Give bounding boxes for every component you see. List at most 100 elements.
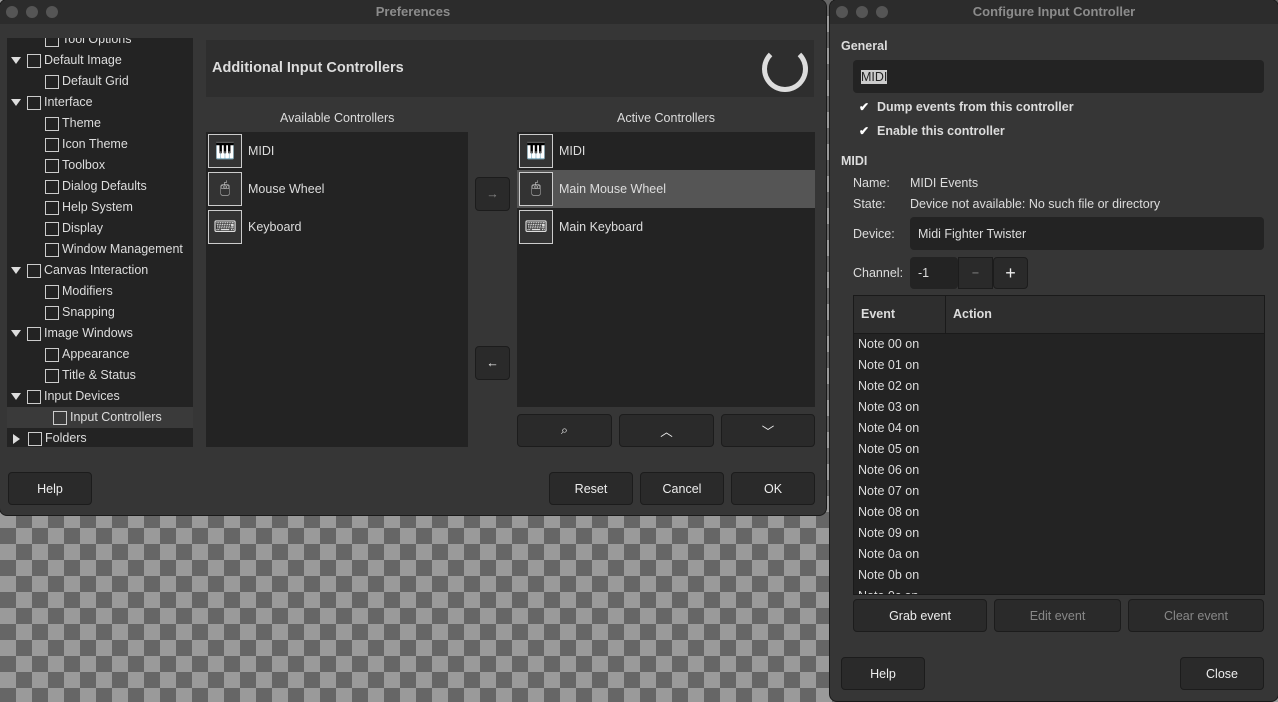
tree-item[interactable]: Snapping <box>45 302 115 323</box>
collapse-arrow-icon[interactable] <box>11 57 21 64</box>
available-controllers-label: Available Controllers <box>280 111 395 125</box>
event-row[interactable]: Note 04 on <box>854 418 1264 439</box>
tree-item[interactable]: Interface <box>7 92 93 113</box>
event-row[interactable]: Note 08 on <box>854 502 1264 523</box>
close-window-button[interactable] <box>836 6 848 18</box>
tree-item[interactable]: Title & Status <box>45 365 136 386</box>
event-row[interactable]: Note 05 on <box>854 439 1264 460</box>
tree-item[interactable]: Folders <box>7 428 87 447</box>
controller-item[interactable]: 🖱 Main Mouse Wheel <box>517 170 815 208</box>
collapse-arrow-icon[interactable] <box>11 330 21 337</box>
reset-button[interactable]: Reset <box>549 472 633 505</box>
zoom-button[interactable] <box>46 6 58 18</box>
controller-item[interactable]: 🎹 MIDI <box>517 132 815 170</box>
tree-item[interactable]: Tool Options <box>45 38 131 50</box>
tree-item[interactable]: Appearance <box>45 344 129 365</box>
enable-controller-checkbox[interactable]: ✔ Enable this controller <box>857 124 1005 138</box>
tree-item[interactable]: Image Windows <box>7 323 133 344</box>
controller-item[interactable]: ⌨ Keyboard <box>206 208 468 246</box>
tree-item[interactable]: Help System <box>45 197 133 218</box>
configure-controller-button[interactable]: ⌕ <box>517 414 612 447</box>
tree-item[interactable]: Input Controllers <box>7 407 193 428</box>
events-table[interactable]: Event Action Note 00 on Note 01 on Note 02… <box>853 295 1265 595</box>
tree-item[interactable]: Display <box>45 218 103 239</box>
state-value: Device not available: No such file or di… <box>910 197 1161 211</box>
minimize-button[interactable] <box>26 6 38 18</box>
add-controller-button[interactable]: → <box>475 177 510 211</box>
collapse-arrow-icon[interactable] <box>11 267 21 274</box>
controller-item[interactable]: ⌨ Main Keyboard <box>517 208 815 246</box>
expand-arrow-icon[interactable] <box>13 433 20 444</box>
cancel-button[interactable]: Cancel <box>640 472 724 505</box>
tree-item[interactable]: Modifiers <box>45 281 113 302</box>
close-button[interactable]: Close <box>1180 657 1264 690</box>
channel-increment-button[interactable]: + <box>993 257 1028 289</box>
controller-item[interactable]: 🎹 MIDI <box>206 132 468 170</box>
event-row[interactable]: Note 07 on <box>854 481 1264 502</box>
channel-input[interactable]: -1 <box>910 257 958 289</box>
close-window-button[interactable] <box>6 6 18 18</box>
dump-events-checkbox[interactable]: ✔ Dump events from this controller <box>857 100 1074 114</box>
tree-item-label: Folders <box>45 431 87 445</box>
event-row[interactable]: Note 06 on <box>854 460 1264 481</box>
tree-item[interactable]: Icon Theme <box>45 134 128 155</box>
channel-decrement-button[interactable]: − <box>958 257 993 289</box>
tree-item-label: Canvas Interaction <box>44 263 149 277</box>
event-row[interactable]: Note 0a on <box>854 544 1264 565</box>
state-label: State: <box>853 197 886 211</box>
check-icon: ✔ <box>858 124 870 138</box>
help-button[interactable]: Help <box>841 657 925 690</box>
event-row[interactable]: Note 03 on <box>854 397 1264 418</box>
clear-event-button[interactable]: Clear event <box>1128 599 1264 632</box>
move-up-button[interactable]: ︿ <box>619 414 714 447</box>
edit-event-button[interactable]: Edit event <box>994 599 1121 632</box>
zoom-button[interactable] <box>876 6 888 18</box>
device-input[interactable]: Midi Fighter Twister <box>910 217 1264 250</box>
tree-item[interactable]: Dialog Defaults <box>45 176 147 197</box>
preferences-tree[interactable]: Tool Options Default Image Default Grid Int… <box>7 38 193 447</box>
help-button[interactable]: Help <box>8 472 92 505</box>
move-down-button[interactable]: ﹀ <box>721 414 815 447</box>
tree-item[interactable]: Toolbox <box>45 155 105 176</box>
event-row[interactable]: Note 02 on <box>854 376 1264 397</box>
minimize-button[interactable] <box>856 6 868 18</box>
tree-item[interactable]: Default Image <box>7 50 122 71</box>
remove-controller-button[interactable]: ← <box>475 346 510 380</box>
controller-name-input[interactable]: MIDI <box>853 60 1264 93</box>
controller-label: MIDI <box>248 144 275 158</box>
collapse-arrow-icon[interactable] <box>11 99 21 106</box>
tree-item[interactable]: Canvas Interaction <box>7 260 148 281</box>
tree-item-label: Modifiers <box>62 284 113 298</box>
channel-label: Channel: <box>853 266 904 280</box>
tree-item-label: Title & Status <box>62 368 136 382</box>
page-title: Additional Input Controllers <box>212 60 404 76</box>
event-row[interactable]: Note 09 on <box>854 523 1264 544</box>
event-row[interactable]: Note 0b on <box>854 565 1264 586</box>
active-controllers-list[interactable]: 🎹 MIDI 🖱 Main Mouse Wheel ⌨ Main Keyboard <box>517 132 815 407</box>
controller-label: Keyboard <box>248 220 302 234</box>
tree-item-label: Help System <box>62 200 133 214</box>
enable-controller-label: Enable this controller <box>877 124 1005 138</box>
ok-button[interactable]: OK <box>731 472 815 505</box>
channel-value: -1 <box>918 266 930 280</box>
tree-item[interactable]: Window Management <box>45 239 183 260</box>
column-header-action[interactable]: Action <box>946 296 999 333</box>
event-row[interactable]: Note 01 on <box>854 355 1264 376</box>
collapse-arrow-icon[interactable] <box>11 393 21 400</box>
event-row[interactable]: Note 0c on <box>854 586 1264 594</box>
grab-event-button[interactable]: Grab event <box>853 599 987 632</box>
canvas-interaction-icon <box>27 263 41 278</box>
tree-item[interactable]: Default Grid <box>45 71 129 92</box>
controller-label: Mouse Wheel <box>248 182 325 196</box>
event-row[interactable]: Note 00 on <box>854 334 1264 355</box>
controller-item[interactable]: 🖱 Mouse Wheel <box>206 170 468 208</box>
column-header-event[interactable]: Event <box>854 296 946 333</box>
available-controllers-list[interactable]: 🎹 MIDI 🖱 Mouse Wheel ⌨ Keyboard <box>206 132 468 447</box>
name-label: Name: <box>853 176 890 190</box>
tool-options-icon <box>45 38 59 47</box>
tree-item[interactable]: Input Devices <box>7 386 120 407</box>
tree-item-label: Theme <box>62 116 101 130</box>
tree-item-label: Image Windows <box>44 326 133 340</box>
image-windows-icon <box>27 326 41 341</box>
tree-item[interactable]: Theme <box>45 113 101 134</box>
